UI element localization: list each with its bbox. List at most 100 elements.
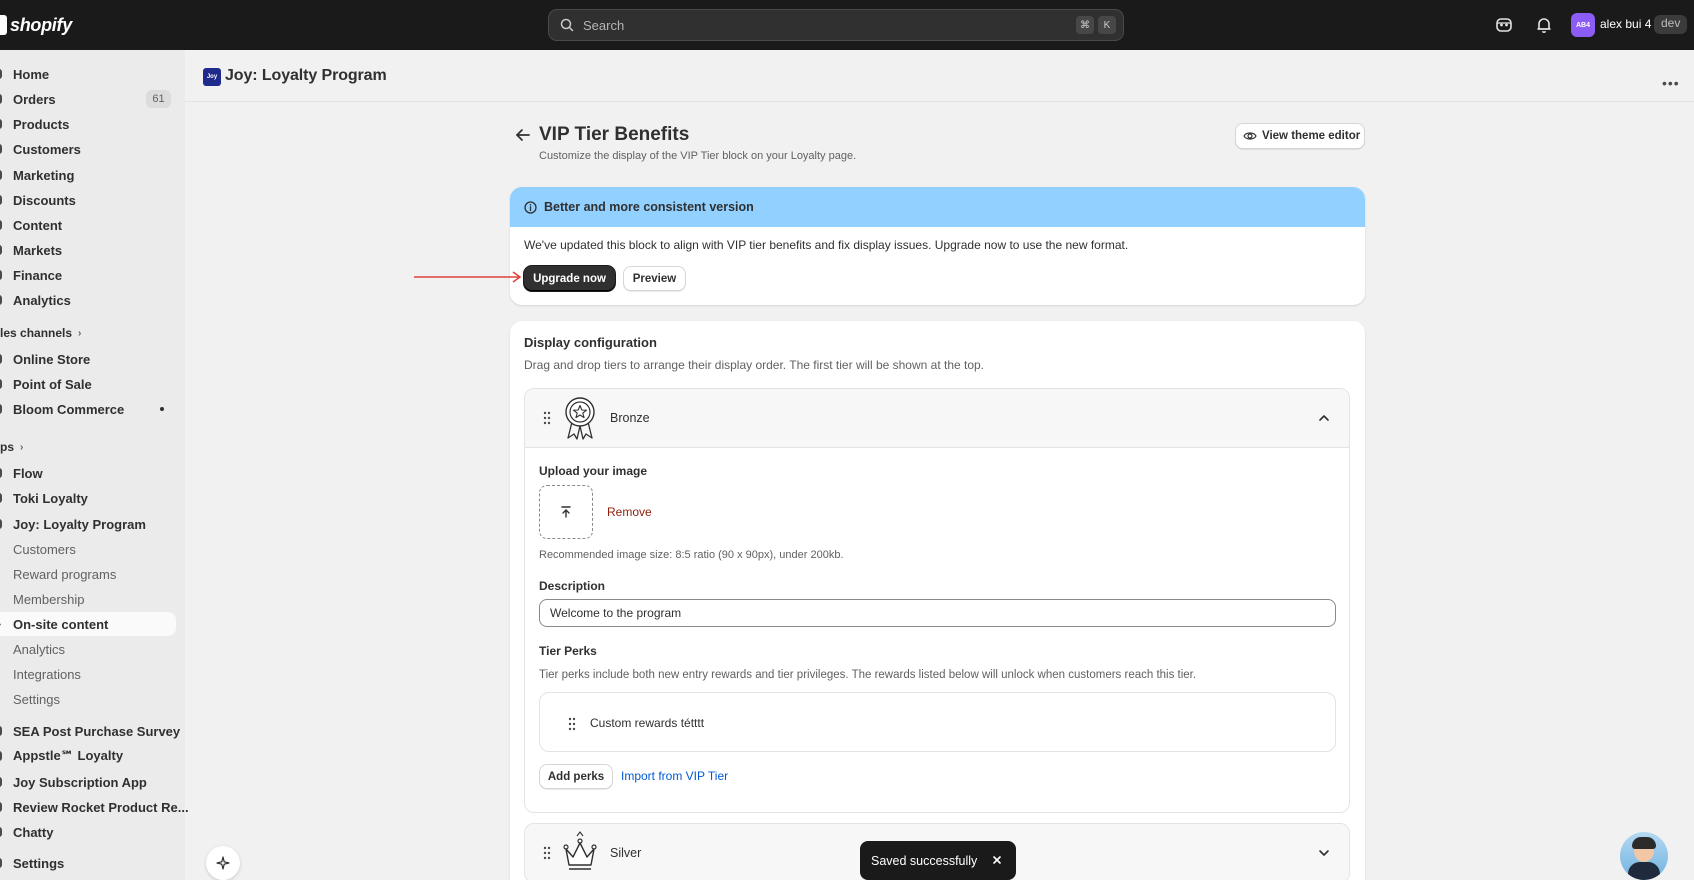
joy-subscription-icon [0,777,2,787]
sidebar-item-label: Markets [13,242,63,258]
remove-image-link[interactable]: Remove [607,505,652,519]
pos-icon [0,379,2,389]
shopify-logo[interactable]: shopify [0,13,72,37]
toast-message: Saved successfully [871,853,978,868]
chevron-up-icon[interactable] [1317,411,1331,425]
user-avatar[interactable]: AB4 [1571,13,1595,37]
sidebar-item-joy-analytics[interactable]: Analytics [0,637,176,661]
avatar-body [1628,862,1660,880]
sidebar-item-joy-subscription[interactable]: Joy Subscription App [0,770,176,794]
config-title: Display configuration [524,335,657,350]
sidebar-item-bloom-commerce[interactable]: Bloom Commerce [0,397,176,421]
env-badge: dev [1654,15,1688,34]
tier-panel-bronze: Bronze Upload your image Remove Recommen… [524,388,1350,813]
sales-channels-heading[interactable]: les channels › [0,326,81,340]
finance-icon [0,270,2,280]
sidebar-item-label: Bloom Commerce [13,401,125,417]
sidebar-item-label: Reward programs [13,566,117,582]
sidebar-item-toki-loyalty[interactable]: Toki Loyalty [0,486,176,510]
sidebar-item-label: Settings [13,855,65,871]
sidebar-item-label: Customers [13,541,76,557]
sidebar-item-joy-loyalty[interactable]: Joy: Loyalty Program [0,512,176,536]
sidebar-item-content[interactable]: Content [0,213,176,237]
sidebar-item-label: Home [13,66,50,82]
drag-handle-icon[interactable] [543,411,551,425]
badge-medal-icon [565,397,595,440]
sidebar-item-discounts[interactable]: Discounts [0,188,176,212]
magic-button[interactable] [206,846,240,880]
sidebar-item-flow[interactable]: Flow [0,461,176,485]
products-icon [0,119,2,129]
customers-icon [0,144,2,154]
back-arrow-icon[interactable] [514,126,532,144]
tier-perks-label: Tier Perks [539,644,597,658]
sidebar-item-markets[interactable]: Markets [0,238,176,262]
tier-name: Silver [610,846,642,860]
preview-button[interactable]: Preview [623,266,686,291]
sidebar-item-home[interactable]: Home [0,62,176,86]
sidebar-item-marketing[interactable]: Marketing [0,163,176,187]
import-from-vip-tier-link[interactable]: Import from VIP Tier [621,769,728,783]
drag-handle-icon[interactable] [543,846,551,860]
section-label: les channels [0,326,73,340]
sidebar-item-label: Orders [13,91,56,107]
user-name[interactable]: alex bui 4 [1600,17,1651,31]
sidekick-icon[interactable] [1494,15,1514,35]
add-perks-button[interactable]: Add perks [539,764,613,789]
sidebar-item-joy-settings[interactable]: Settings [0,687,176,711]
sidebar-item-review-rocket[interactable]: Review Rocket Product Re... [0,795,189,819]
bell-icon[interactable] [1534,15,1554,35]
flow-icon [0,468,2,478]
sidebar-item-appstle-loyalty[interactable]: Appstle℠ Loyalty [0,744,176,768]
sidebar-item-label: Toki Loyalty [13,490,88,506]
sidebar-item-joy-customers[interactable]: Customers [0,537,176,561]
sidebar-item-chatty[interactable]: Chatty [0,820,176,844]
sidebar-item-integrations[interactable]: Integrations [0,662,176,686]
support-chat-avatar[interactable] [1620,832,1668,880]
joy-app-logo: Joy [203,68,221,86]
sidebar-item-reward-programs[interactable]: Reward programs [0,562,176,586]
sidebar-item-label: Review Rocket Product Re... [13,799,189,815]
bloom-icon [0,404,2,414]
sidebar-item-settings[interactable]: Settings [0,851,176,875]
close-icon[interactable] [990,853,1004,867]
search-bar[interactable]: Search ⌘ K [548,9,1124,41]
sidebar-item-analytics[interactable]: Analytics [0,288,176,312]
orders-count-badge: 61 [146,90,171,108]
sidebar-item-finance[interactable]: Finance [0,263,176,287]
sidebar-item-label: Integrations [13,666,81,682]
sidebar-item-label: Analytics [13,641,66,657]
page-subtitle: Customize the display of the VIP Tier bl… [539,150,857,162]
sidebar-item-label: Finance [13,267,63,283]
red-arrow-annotation-icon [414,271,522,283]
cmd-key-hint: ⌘ [1076,16,1094,34]
sidebar-item-sea-survey[interactable]: SEA Post Purchase Survey [0,719,180,743]
chevron-down-icon[interactable] [1317,846,1331,860]
upgrade-now-button[interactable]: Upgrade now [524,266,615,291]
sidebar-item-on-site-content[interactable]: › On-site content [0,612,176,636]
sidebar-item-point-of-sale[interactable]: Point of Sale [0,372,176,396]
sidebar-item-online-store[interactable]: Online Store [0,347,176,371]
sidebar-item-label: SEA Post Purchase Survey [13,723,181,739]
tier-header[interactable]: Bronze [525,389,1349,448]
view-theme-editor-button[interactable]: View theme editor [1235,123,1365,149]
apps-heading[interactable]: ps › [0,440,23,454]
sidebar-item-membership[interactable]: Membership [0,587,176,611]
content-icon [0,220,2,230]
sidebar-item-label: Chatty [13,824,54,840]
settings-icon [0,858,2,868]
sidebar-item-label: Joy: Loyalty Program [13,516,146,532]
top-bar: shopify Search ⌘ K AB4 alex bui 4 dev [0,0,1694,50]
banner-title: Better and more consistent version [544,200,754,214]
display-configuration-card: Display configuration Drag and drop tier… [510,321,1365,880]
avatar-hair [1632,837,1656,849]
sidebar-item-products[interactable]: Products [0,112,176,136]
sidebar-item-customers[interactable]: Customers [0,137,176,161]
drag-handle-icon[interactable] [568,717,576,731]
sidebar-item-orders[interactable]: Orders 61 [0,87,176,111]
description-input[interactable]: Welcome to the program [539,599,1336,627]
image-upload-dropzone[interactable] [539,485,593,539]
tier-perks-help: Tier perks include both new entry reward… [539,669,1197,681]
more-actions-icon[interactable]: ••• [1662,75,1680,91]
joy-icon [0,519,2,529]
